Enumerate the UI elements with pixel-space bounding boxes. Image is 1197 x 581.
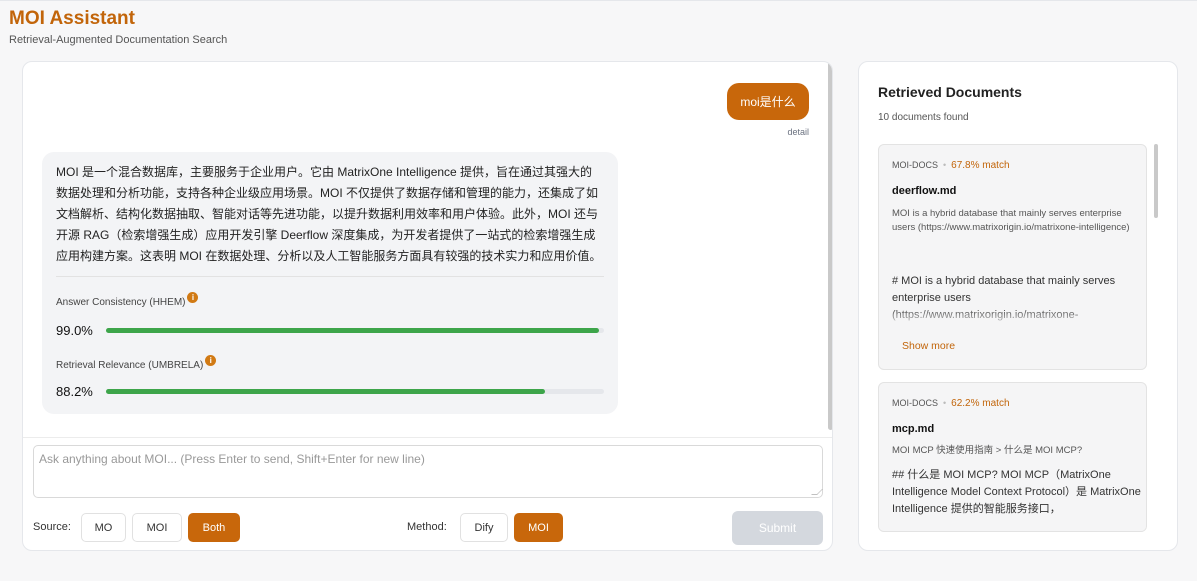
- method-option-dify[interactable]: Dify: [460, 513, 508, 542]
- chat-panel: moi是什么 detail MOI 是一个混合数据库，主要服务于企业用户。它由 …: [22, 61, 833, 551]
- document-match-score: 62.2% match: [951, 398, 1010, 409]
- info-icon[interactable]: i: [187, 292, 199, 303]
- info-icon[interactable]: i: [205, 355, 217, 366]
- assistant-message-bubble: MOI 是一个混合数据库，主要服务于企业用户。它由 MatrixOne Inte…: [42, 152, 618, 414]
- metric-label-text: Retrieval Relevance (UMBRELA): [56, 360, 204, 371]
- document-meta: MOI-DOCS • 62.2% match: [892, 398, 1010, 409]
- source-label: Source:: [33, 521, 71, 533]
- document-summary: MOI is a hybrid database that mainly ser…: [892, 208, 1130, 233]
- divider: [56, 276, 604, 277]
- metric-bar-umbrela: [106, 389, 604, 394]
- source-option-moi[interactable]: MOI: [132, 513, 182, 542]
- user-message-bubble: moi是什么: [727, 83, 809, 120]
- top-border: [0, 0, 1197, 1]
- metric-value-umbrela: 88.2%: [56, 384, 93, 399]
- show-more-link[interactable]: Show more: [902, 340, 955, 352]
- metric-bar-fill: [106, 389, 546, 394]
- metric-bar-hhem: [106, 328, 604, 333]
- chat-history: moi是什么 detail MOI 是一个混合数据库，主要服务于企业用户。它由 …: [23, 62, 832, 438]
- metric-value-hhem: 99.0%: [56, 323, 93, 338]
- metric-bar-fill: [106, 328, 600, 333]
- chat-scrollbar[interactable]: [828, 62, 832, 430]
- documents-count: 10 documents found: [878, 112, 969, 123]
- documents-title: Retrieved Documents: [878, 84, 1022, 100]
- answer-text: MOI 是一个混合数据库，主要服务于企业用户。它由 MatrixOne Inte…: [56, 165, 602, 263]
- source-option-both[interactable]: Both: [188, 513, 240, 542]
- query-input[interactable]: [33, 445, 823, 498]
- metric-label-text: Answer Consistency (HHEM): [56, 297, 186, 308]
- document-name: mcp.md: [892, 423, 935, 435]
- separator-dot: •: [943, 398, 947, 408]
- metric-label-hhem: Answer Consistency (HHEM) i: [56, 292, 199, 308]
- method-option-moi[interactable]: MOI: [514, 513, 563, 542]
- documents-panel: Retrieved Documents 10 documents found M…: [858, 61, 1178, 551]
- excerpt-fade: [879, 307, 1146, 327]
- method-label: Method:: [407, 521, 447, 533]
- document-meta: MOI-DOCS • 67.8% match: [892, 160, 1010, 171]
- detail-link[interactable]: detail: [763, 127, 809, 137]
- document-source: MOI-DOCS: [892, 160, 938, 170]
- documents-scrollbar[interactable]: [1154, 144, 1158, 218]
- excerpt-fade: [879, 513, 1146, 531]
- document-match-score: 67.8% match: [951, 160, 1010, 171]
- source-option-mo[interactable]: MO: [81, 513, 126, 542]
- submit-button[interactable]: Submit: [732, 511, 823, 545]
- document-card[interactable]: MOI-DOCS • 62.2% match mcp.md MOI MCP 快速使用…: [878, 382, 1147, 532]
- app-title: MOI Assistant: [9, 8, 135, 29]
- document-card[interactable]: MOI-DOCS • 67.8% match deerflow.md MOI is …: [878, 144, 1147, 370]
- metric-label-umbrela: Retrieval Relevance (UMBRELA) i: [56, 355, 217, 371]
- separator-dot: •: [943, 160, 947, 170]
- document-summary: MOI MCP 快速使用指南 > 什么是 MOI MCP?: [892, 445, 1083, 456]
- document-source: MOI-DOCS: [892, 398, 938, 408]
- document-name: deerflow.md: [892, 185, 957, 197]
- app-subtitle: Retrieval-Augmented Documentation Search: [9, 34, 228, 46]
